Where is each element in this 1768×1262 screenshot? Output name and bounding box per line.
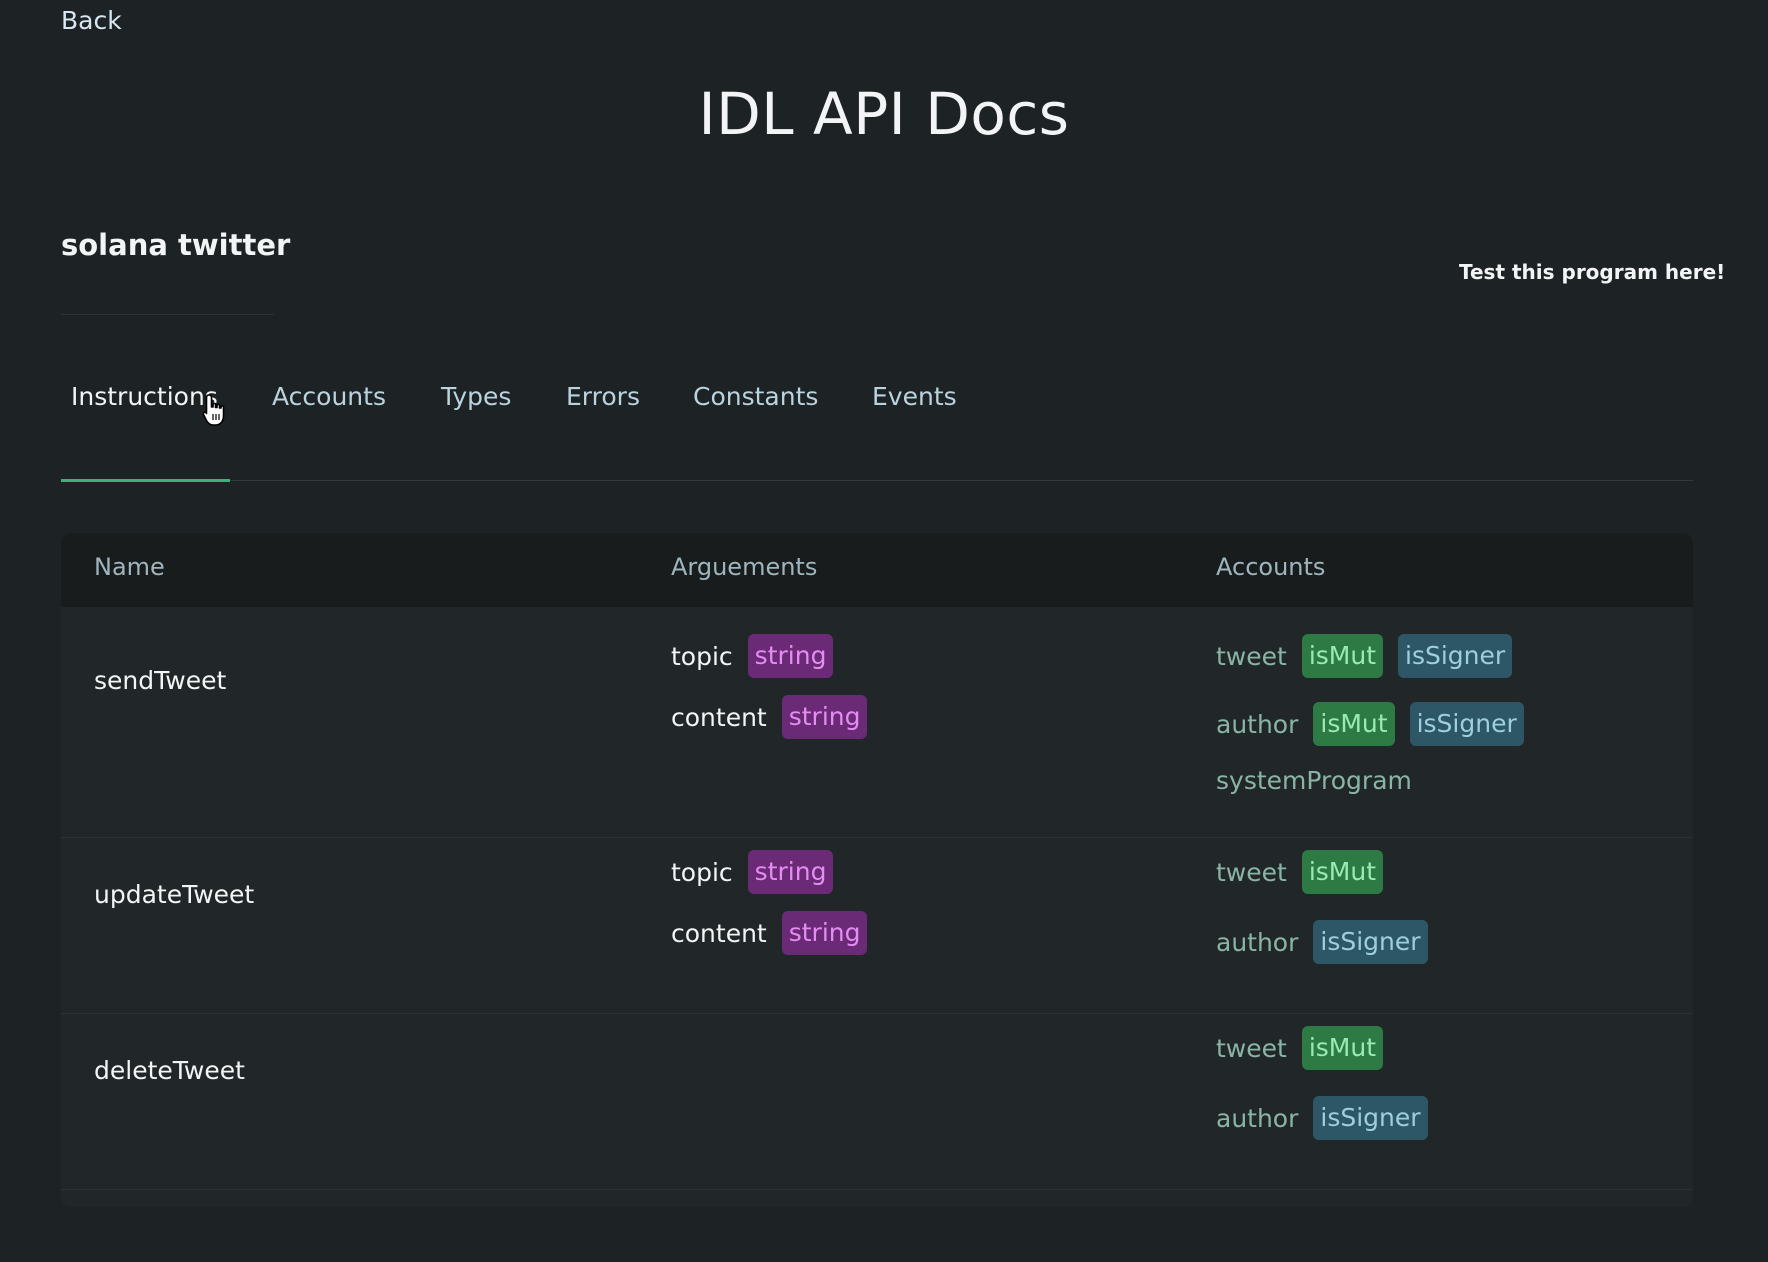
argument-name: content — [671, 918, 767, 948]
instruction-name: deleteTweet — [94, 1056, 245, 1085]
instruction-name: updateTweet — [94, 880, 255, 909]
is-signer-badge: isSigner — [1409, 702, 1524, 746]
account-item: tweet isMut — [1216, 850, 1398, 894]
account-name: tweet — [1216, 857, 1287, 887]
active-tab-indicator — [61, 479, 230, 482]
header-name: Name — [94, 553, 165, 581]
instruction-name: sendTweet — [94, 666, 227, 695]
account-item: author isSigner — [1216, 920, 1443, 964]
account-item: systemProgram — [1216, 766, 1427, 795]
is-mut-badge: isMut — [1313, 702, 1395, 746]
tab-accounts[interactable]: Accounts — [272, 382, 386, 411]
header-arguments: Arguements — [671, 553, 818, 581]
argument-item: content string — [671, 911, 882, 955]
type-badge: string — [747, 634, 834, 678]
account-name: systemProgram — [1216, 766, 1412, 795]
is-signer-badge: isSigner — [1398, 634, 1513, 678]
program-name: solana twitter — [61, 228, 291, 262]
tab-events[interactable]: Events — [872, 382, 957, 411]
is-signer-badge: isSigner — [1313, 920, 1428, 964]
page: Back IDL API Docs solana twitter Test th… — [0, 0, 1768, 1262]
account-item: tweet isMut — [1216, 1026, 1398, 1070]
argument-item: topic string — [671, 634, 848, 678]
hand-pointer-icon — [202, 394, 225, 426]
test-program-link[interactable]: Test this program here! — [1459, 260, 1725, 284]
account-item: author isSigner — [1216, 1096, 1443, 1140]
page-title: IDL API Docs — [698, 80, 1070, 148]
account-name: author — [1216, 1103, 1299, 1133]
table-row: deleteTweet tweet isMut author isSigner — [61, 1014, 1693, 1190]
tab-bar: Instructions Accounts Types Errors Const… — [61, 370, 1693, 482]
header-accounts: Accounts — [1216, 553, 1326, 581]
account-name: author — [1216, 927, 1299, 957]
tab-instructions[interactable]: Instructions — [71, 382, 218, 411]
program-name-divider — [61, 314, 274, 315]
table-row: sendTweet topic string content string tw… — [61, 607, 1693, 838]
tab-errors[interactable]: Errors — [566, 382, 640, 411]
is-mut-badge: isMut — [1301, 634, 1384, 678]
type-badge: string — [781, 911, 868, 955]
tab-constants[interactable]: Constants — [693, 382, 818, 411]
table-row: updateTweet topic string content string … — [61, 838, 1693, 1014]
account-name: tweet — [1216, 1033, 1287, 1063]
is-signer-badge: isSigner — [1313, 1096, 1428, 1140]
tab-types[interactable]: Types — [441, 382, 511, 411]
argument-name: topic — [671, 857, 733, 887]
instructions-table: Name Arguements Accounts sendTweet topic… — [61, 533, 1693, 1207]
type-badge: string — [747, 850, 834, 894]
type-badge: string — [781, 695, 868, 739]
account-item: tweet isMut isSigner — [1216, 634, 1527, 678]
account-name: author — [1216, 709, 1299, 739]
account-name: tweet — [1216, 641, 1287, 671]
back-link[interactable]: Back — [61, 6, 122, 35]
argument-name: content — [671, 702, 767, 732]
account-item: author isMut isSigner — [1216, 702, 1539, 746]
is-mut-badge: isMut — [1301, 850, 1384, 894]
is-mut-badge: isMut — [1301, 1026, 1384, 1070]
table-header: Name Arguements Accounts — [61, 533, 1693, 607]
argument-name: topic — [671, 641, 733, 671]
argument-item: topic string — [671, 850, 848, 894]
argument-item: content string — [671, 695, 882, 739]
